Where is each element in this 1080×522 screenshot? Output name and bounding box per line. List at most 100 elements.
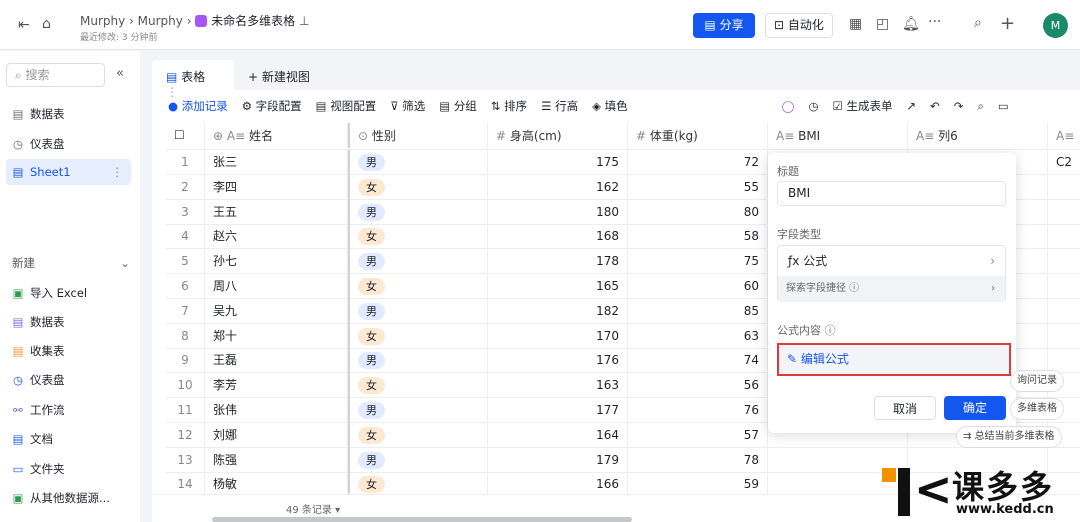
ai-chip-query[interactable]: 询问记录 [1010,370,1064,392]
search-input[interactable]: ⌕ 搜索 [6,63,105,87]
cell-col7[interactable] [1048,200,1080,225]
cell-name[interactable]: 王磊 [205,348,348,374]
column-header[interactable]: # 体重(kg) [628,123,768,148]
sidebar-toggle-icon[interactable]: ⇤ [18,17,30,33]
cell-col7[interactable]: C2 [1048,150,1080,175]
cell-weight[interactable]: 60 [628,274,768,299]
cell-height[interactable]: 178 [488,249,628,275]
search-icon[interactable]: ⌕ [974,15,982,31]
formula-type-option[interactable]: ƒx 公式 › [778,246,1005,276]
cell-weight[interactable]: 78 [628,447,768,473]
cell-height[interactable]: 163 [488,373,628,399]
automation-button[interactable]: ⊡ 自动化 [765,13,833,38]
cell-col7[interactable] [1048,249,1080,274]
sidebar-item-dashboard[interactable]: ◷ 仪表盘 [12,136,65,152]
cell-name[interactable]: 周八 [205,274,348,299]
cell-name[interactable]: 王五 [205,199,348,225]
cell-gender[interactable]: 男 [348,199,488,225]
column-header[interactable]: ⊙ 性别 [348,123,488,148]
cell-name[interactable]: 李四 [205,174,348,200]
cancel-button[interactable]: 取消 [874,396,936,420]
history-icon[interactable]: ◷ [808,99,818,113]
cell-weight[interactable]: 85 [628,298,768,324]
new-dashboard[interactable]: ◷ 仪表盘 [12,372,65,388]
new-doc[interactable]: ▤ 文档 [12,431,53,447]
sidebar-item-table[interactable]: ▤ 数据表 [12,106,65,122]
cell-name[interactable]: 赵六 [205,224,348,250]
add-record-button[interactable]: ● 添加记录 [168,98,228,114]
edit-formula-button[interactable]: ✎ 编辑公式 [777,343,1011,376]
column-header[interactable]: A≡ BMI [768,123,908,148]
new-table[interactable]: ▤ 数据表 [12,314,65,330]
share-icon[interactable]: ↗ [906,99,916,113]
cell-weight[interactable]: 74 [628,348,768,374]
cell-height[interactable]: 170 [488,323,628,349]
cell-col7[interactable] [1048,299,1080,324]
column-header[interactable]: # 身高(cm) [488,123,628,148]
cell-height[interactable]: 176 [488,348,628,374]
new-view-button[interactable]: + 新建视图 [248,68,310,85]
new-form[interactable]: ▤ 收集表 [12,343,65,359]
confirm-button[interactable]: 确定 [944,396,1006,420]
cell-weight[interactable]: 58 [628,224,768,250]
sidebar-item-sheet1[interactable]: ▤ Sheet1 ⋮ [6,159,131,185]
new-folder[interactable]: ▭ 文件夹 [12,461,65,477]
cell-weight[interactable]: 55 [628,174,768,200]
cell-gender[interactable]: 女 [348,274,488,299]
home-icon[interactable]: ⌂ [42,16,51,32]
cell-gender[interactable]: 男 [348,447,488,473]
column-header[interactable]: A≡ [1048,123,1080,148]
cell-height[interactable]: 177 [488,398,628,423]
record-count[interactable]: 49 条记录 ▾ [286,501,340,516]
fill-color-button[interactable]: ◈ 填色 [592,98,628,114]
cell-col7[interactable] [1048,274,1080,299]
cell-weight[interactable]: 75 [628,249,768,275]
cell-height[interactable]: 175 [488,150,628,175]
field-config-button[interactable]: ⚙ 字段配置 [242,98,302,114]
group-button[interactable]: ▤ 分组 [439,98,477,114]
cell-weight[interactable]: 80 [628,199,768,225]
ai-chip-summary[interactable]: ⇉ 总结当前多维表格 [956,426,1062,448]
cell-gender[interactable]: 男 [348,398,488,423]
cell-name[interactable]: 陈强 [205,447,348,473]
cell-height[interactable]: 162 [488,174,628,200]
cell-name[interactable]: 吴九 [205,298,348,324]
select-all-checkbox[interactable]: ☐ [166,123,205,148]
cell-gender[interactable]: 男 [348,298,488,324]
collapse-icon[interactable]: « [116,66,124,81]
cell-gender[interactable]: 女 [348,174,488,200]
cell-height[interactable]: 165 [488,274,628,299]
cell-gender[interactable]: 女 [348,323,488,349]
cell-name[interactable]: 李芳 [205,373,348,399]
cell-height[interactable]: 180 [488,199,628,225]
generate-form-button[interactable]: ☑ 生成表单 [833,98,893,114]
cell-name[interactable]: 刘娜 [205,422,348,448]
cell-weight[interactable]: 63 [628,323,768,349]
cell-name[interactable]: 郑十 [205,323,348,349]
cell-height[interactable]: 164 [488,422,628,448]
new-import-excel[interactable]: ▣ 导入 Excel [12,285,88,301]
cell-weight[interactable]: 76 [628,398,768,423]
breadcrumb-item[interactable]: Murphy [80,14,125,28]
cell-weight[interactable]: 57 [628,422,768,448]
cell-gender[interactable]: 女 [348,224,488,250]
horizontal-scrollbar[interactable] [212,517,632,522]
cell-gender[interactable]: 女 [348,422,488,448]
column-header[interactable]: ⊕ A≡ 姓名 [205,123,348,148]
row-height-button[interactable]: ☰ 行高 [541,98,578,114]
cell-height[interactable]: 179 [488,447,628,473]
template-icon[interactable]: ▦ [849,16,862,32]
new-workflow[interactable]: ⚯ 工作流 [12,402,64,418]
doc-title[interactable]: 未命名多维表格 [211,14,295,28]
cell-gender[interactable]: 男 [348,348,488,374]
undo-icon[interactable]: ↶ [930,99,940,113]
cell-name[interactable]: 张三 [205,150,348,175]
add-icon[interactable]: + [1000,13,1015,34]
cell-gender[interactable]: 男 [348,150,488,175]
avatar[interactable]: M [1043,13,1068,38]
new-from-datasource[interactable]: ▣ 从其他数据源... [12,490,110,506]
tab-table[interactable]: ▤ 表格 ⋮ [152,60,234,99]
cell-col7[interactable] [1048,224,1080,249]
cell-height[interactable]: 182 [488,298,628,324]
cell-name[interactable]: 孙七 [205,249,348,275]
